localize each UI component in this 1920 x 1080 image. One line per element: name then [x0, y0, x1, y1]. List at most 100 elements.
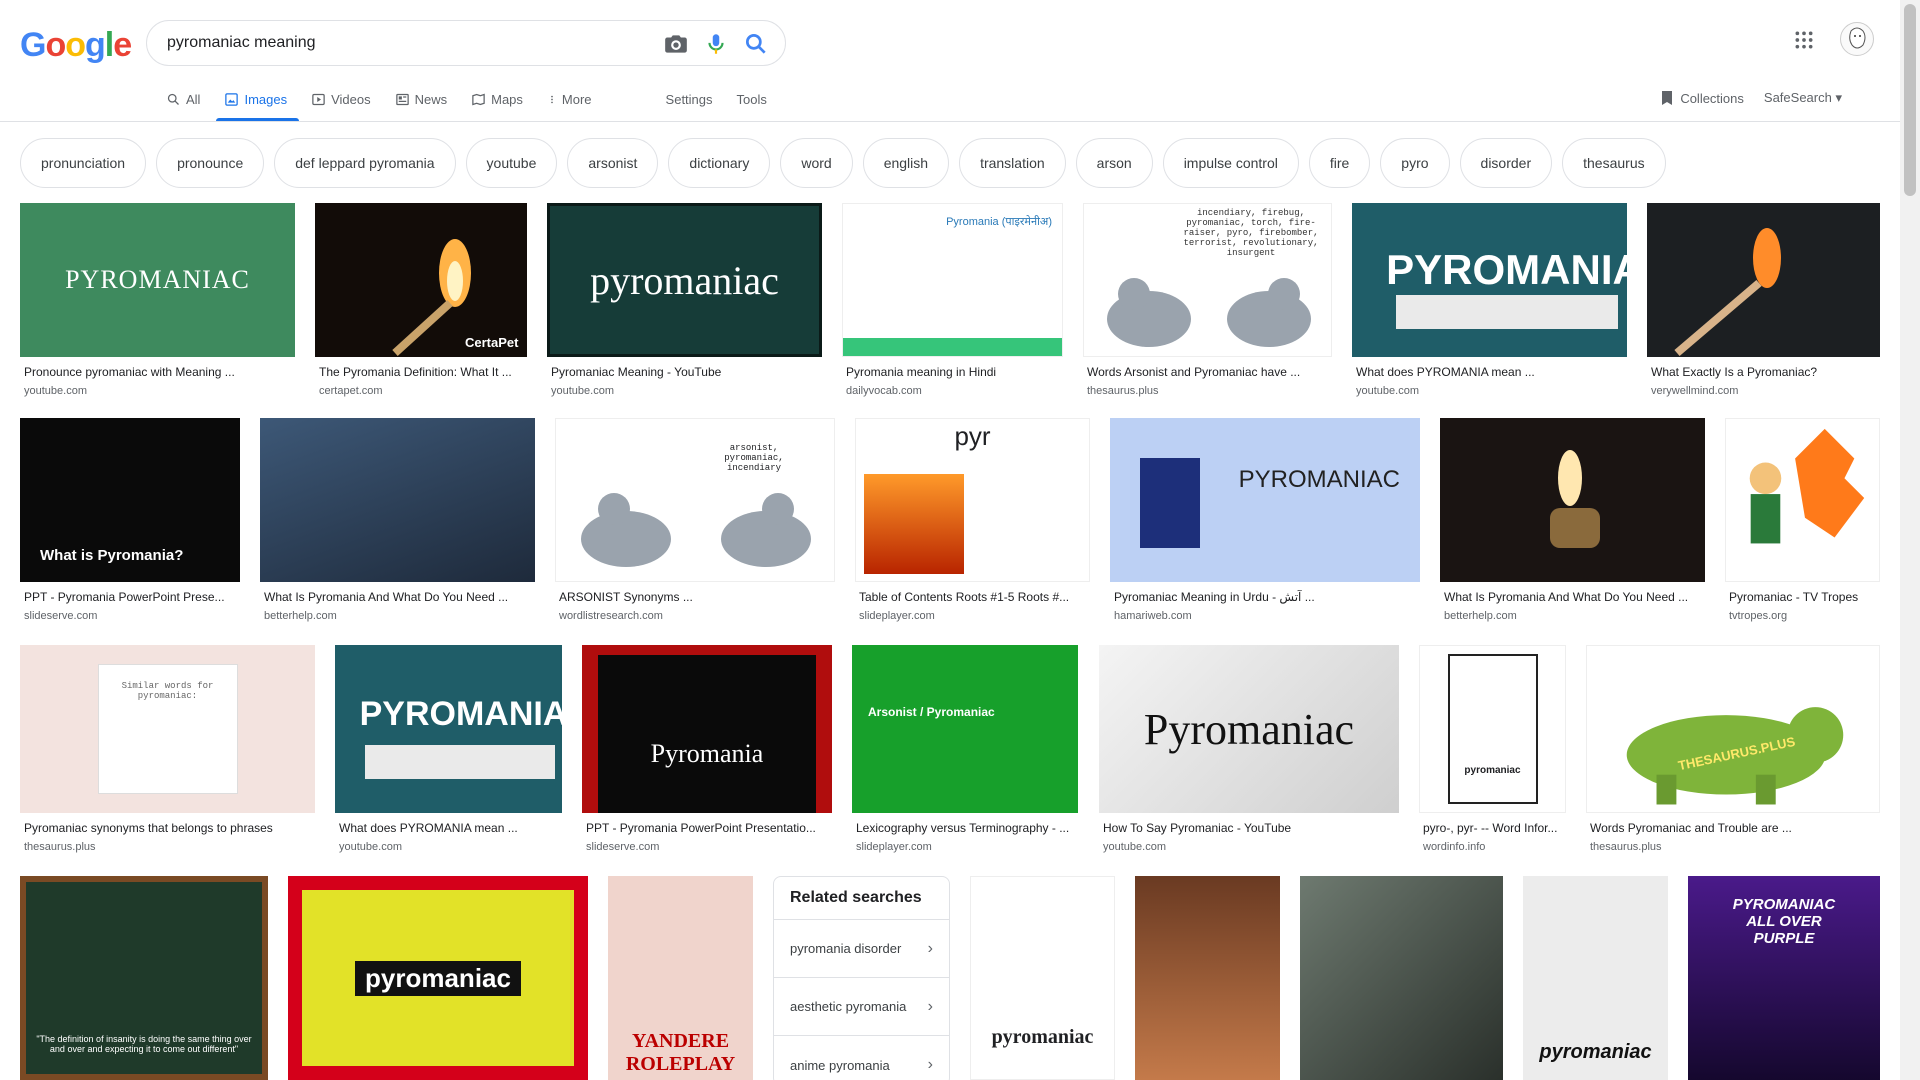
- chip[interactable]: thesaurus: [1562, 138, 1666, 188]
- image-result[interactable]: Pyromaniac - TV Tropes tvtropes.org: [1725, 418, 1880, 628]
- image-caption[interactable]: What does PYROMANIA mean ...: [1356, 365, 1627, 379]
- image-source[interactable]: verywellmind.com: [1651, 385, 1738, 397]
- thumbnail[interactable]: [1440, 418, 1705, 582]
- image-result[interactable]: incendiary, firebug, pyromaniac, torch, …: [1083, 203, 1332, 403]
- thumbnail[interactable]: PYROMANIAC: [20, 203, 295, 357]
- image-caption[interactable]: The Pyromania Definition: What It ...: [319, 365, 527, 379]
- camera-icon[interactable]: [663, 31, 689, 57]
- chip[interactable]: dictionary: [668, 138, 771, 188]
- image-caption[interactable]: Pyromania meaning in Hindi: [846, 365, 1063, 379]
- thumbnail[interactable]: [1725, 418, 1880, 582]
- image-source[interactable]: thesaurus.plus: [24, 841, 96, 853]
- thumbnail[interactable]: [1300, 876, 1503, 1080]
- thumbnail[interactable]: pyr: [855, 418, 1090, 582]
- chip[interactable]: disorder: [1459, 138, 1553, 188]
- image-caption[interactable]: Lexicography versus Terminography - ...: [856, 821, 1078, 835]
- thumbnail[interactable]: [1647, 203, 1880, 357]
- safesearch-dropdown[interactable]: SafeSearch ▾: [1764, 90, 1842, 106]
- image-caption[interactable]: Words Pyromaniac and Trouble are ...: [1590, 821, 1880, 835]
- image-caption[interactable]: Pyromaniac - TV Tropes: [1729, 590, 1880, 604]
- image-result[interactable]: CertaPet The Pyromania Definition: What …: [315, 203, 527, 403]
- image-source[interactable]: youtube.com: [551, 385, 614, 397]
- image-source[interactable]: youtube.com: [24, 385, 87, 397]
- thumbnail[interactable]: PYROMANIA: [1352, 203, 1627, 357]
- image-source[interactable]: slideserve.com: [24, 610, 97, 622]
- image-source[interactable]: wordinfo.info: [1423, 841, 1485, 853]
- image-source[interactable]: thesaurus.plus: [1087, 385, 1159, 397]
- thumbnail[interactable]: PYROMANIAC: [1110, 418, 1420, 582]
- google-logo[interactable]: Google: [20, 26, 132, 65]
- thumbnail[interactable]: PYROMANIA: [335, 645, 562, 813]
- image-source[interactable]: slideserve.com: [586, 841, 659, 853]
- thumbnail[interactable]: Pyromania (पाइरमेनीअ): [842, 203, 1063, 357]
- image-result[interactable]: YANDERE ROLEPLAY: [608, 876, 753, 1080]
- avatar[interactable]: [1840, 22, 1874, 56]
- image-source[interactable]: hamariweb.com: [1114, 610, 1192, 622]
- thumbnail[interactable]: [315, 203, 527, 357]
- tab-news[interactable]: News: [395, 88, 447, 110]
- image-source[interactable]: thesaurus.plus: [1590, 841, 1662, 853]
- chip[interactable]: arson: [1075, 138, 1153, 188]
- image-caption[interactable]: What Is Pyromania And What Do You Need .…: [264, 590, 535, 604]
- search-icon[interactable]: [743, 31, 769, 57]
- chip[interactable]: impulse control: [1162, 138, 1299, 188]
- image-result[interactable]: PYROMANIA What does PYROMANIA mean ... y…: [335, 645, 562, 859]
- related-search-item[interactable]: pyromania disorder ›: [774, 920, 949, 978]
- image-source[interactable]: slideplayer.com: [856, 841, 932, 853]
- image-caption[interactable]: Pyromaniac Meaning - YouTube: [551, 365, 822, 379]
- image-result[interactable]: PYROMANIA What does PYROMANIA mean ... y…: [1352, 203, 1627, 403]
- image-result[interactable]: THESAURUS.PLUS Words Pyromaniac and Trou…: [1586, 645, 1880, 859]
- tab-all[interactable]: All: [166, 88, 200, 110]
- thumbnail[interactable]: PYROMANIAC ALL OVER PURPLE: [1688, 876, 1880, 1080]
- apps-grid-icon[interactable]: [1794, 30, 1814, 55]
- image-source[interactable]: youtube.com: [339, 841, 402, 853]
- thumbnail[interactable]: "The definition of insanity is doing the…: [20, 876, 268, 1080]
- thumbnail[interactable]: pyromaniac: [288, 876, 588, 1080]
- thumbnail[interactable]: What is Pyromania?: [20, 418, 240, 582]
- image-result[interactable]: [1135, 876, 1280, 1080]
- collections-link[interactable]: Collections: [1660, 90, 1744, 106]
- related-search-item[interactable]: aesthetic pyromania ›: [774, 978, 949, 1036]
- image-result[interactable]: pyr Table of Contents Roots #1-5 Roots #…: [855, 418, 1090, 628]
- chip[interactable]: word: [780, 138, 853, 188]
- image-result[interactable]: PYROMANIAC ALL OVER PURPLE: [1688, 876, 1880, 1080]
- image-caption[interactable]: Words Arsonist and Pyromaniac have ...: [1087, 365, 1332, 379]
- image-caption[interactable]: PPT - Pyromania PowerPoint Presentatio..…: [586, 821, 832, 835]
- thumbnail[interactable]: THESAURUS.PLUS: [1586, 645, 1880, 813]
- image-result[interactable]: Similar words for pyromaniac: Pyromaniac…: [20, 645, 315, 859]
- image-result[interactable]: What Is Pyromania And What Do You Need .…: [260, 418, 535, 628]
- image-result[interactable]: Pyromaniac How To Say Pyromaniac - YouTu…: [1099, 645, 1399, 859]
- image-caption[interactable]: What does PYROMANIA mean ...: [339, 821, 562, 835]
- image-source[interactable]: dailyvocab.com: [846, 385, 922, 397]
- chip[interactable]: english: [862, 138, 950, 188]
- image-source[interactable]: betterhelp.com: [264, 610, 337, 622]
- microphone-icon[interactable]: [703, 31, 729, 57]
- thumbnail[interactable]: incendiary, firebug, pyromaniac, torch, …: [1083, 203, 1332, 357]
- chip[interactable]: def leppard pyromania: [274, 138, 456, 188]
- chip[interactable]: pronunciation: [20, 138, 147, 188]
- thumbnail[interactable]: Arsonist / Pyromaniac: [852, 645, 1078, 813]
- image-caption[interactable]: Table of Contents Roots #1-5 Roots #...: [859, 590, 1090, 604]
- chip[interactable]: pyro: [1380, 138, 1450, 188]
- thumbnail[interactable]: [1135, 876, 1280, 1080]
- image-caption[interactable]: PPT - Pyromania PowerPoint Prese...: [24, 590, 240, 604]
- image-source[interactable]: wordlistresearch.com: [559, 610, 663, 622]
- image-source[interactable]: betterhelp.com: [1444, 610, 1517, 622]
- image-caption[interactable]: Pyromaniac synonyms that belongs to phra…: [24, 821, 315, 835]
- image-result[interactable]: PYROMANIAC Pyromaniac Meaning in Urdu - …: [1110, 418, 1420, 628]
- chip[interactable]: youtube: [465, 138, 558, 188]
- chip[interactable]: fire: [1308, 138, 1371, 188]
- tab-maps[interactable]: Maps: [471, 88, 523, 110]
- settings-link[interactable]: Settings: [666, 88, 713, 110]
- image-result[interactable]: Arsonist / Pyromaniac Lexicography versu…: [852, 645, 1078, 859]
- image-result[interactable]: PYROMANIAC Pronounce pyromaniac with Mea…: [20, 203, 295, 403]
- image-result[interactable]: [1300, 876, 1503, 1080]
- thumbnail[interactable]: Similar words for pyromaniac:: [20, 645, 315, 813]
- scrollbar-thumb[interactable]: [1904, 4, 1916, 196]
- image-caption[interactable]: Pyromaniac Meaning in Urdu - آتش ...: [1114, 590, 1420, 604]
- thumbnail[interactable]: [260, 418, 535, 582]
- chip[interactable]: pronounce: [156, 138, 265, 188]
- chip[interactable]: arsonist: [567, 138, 659, 188]
- image-source[interactable]: certapet.com: [319, 385, 383, 397]
- image-result[interactable]: What Exactly Is a Pyromaniac? verywellmi…: [1647, 203, 1880, 403]
